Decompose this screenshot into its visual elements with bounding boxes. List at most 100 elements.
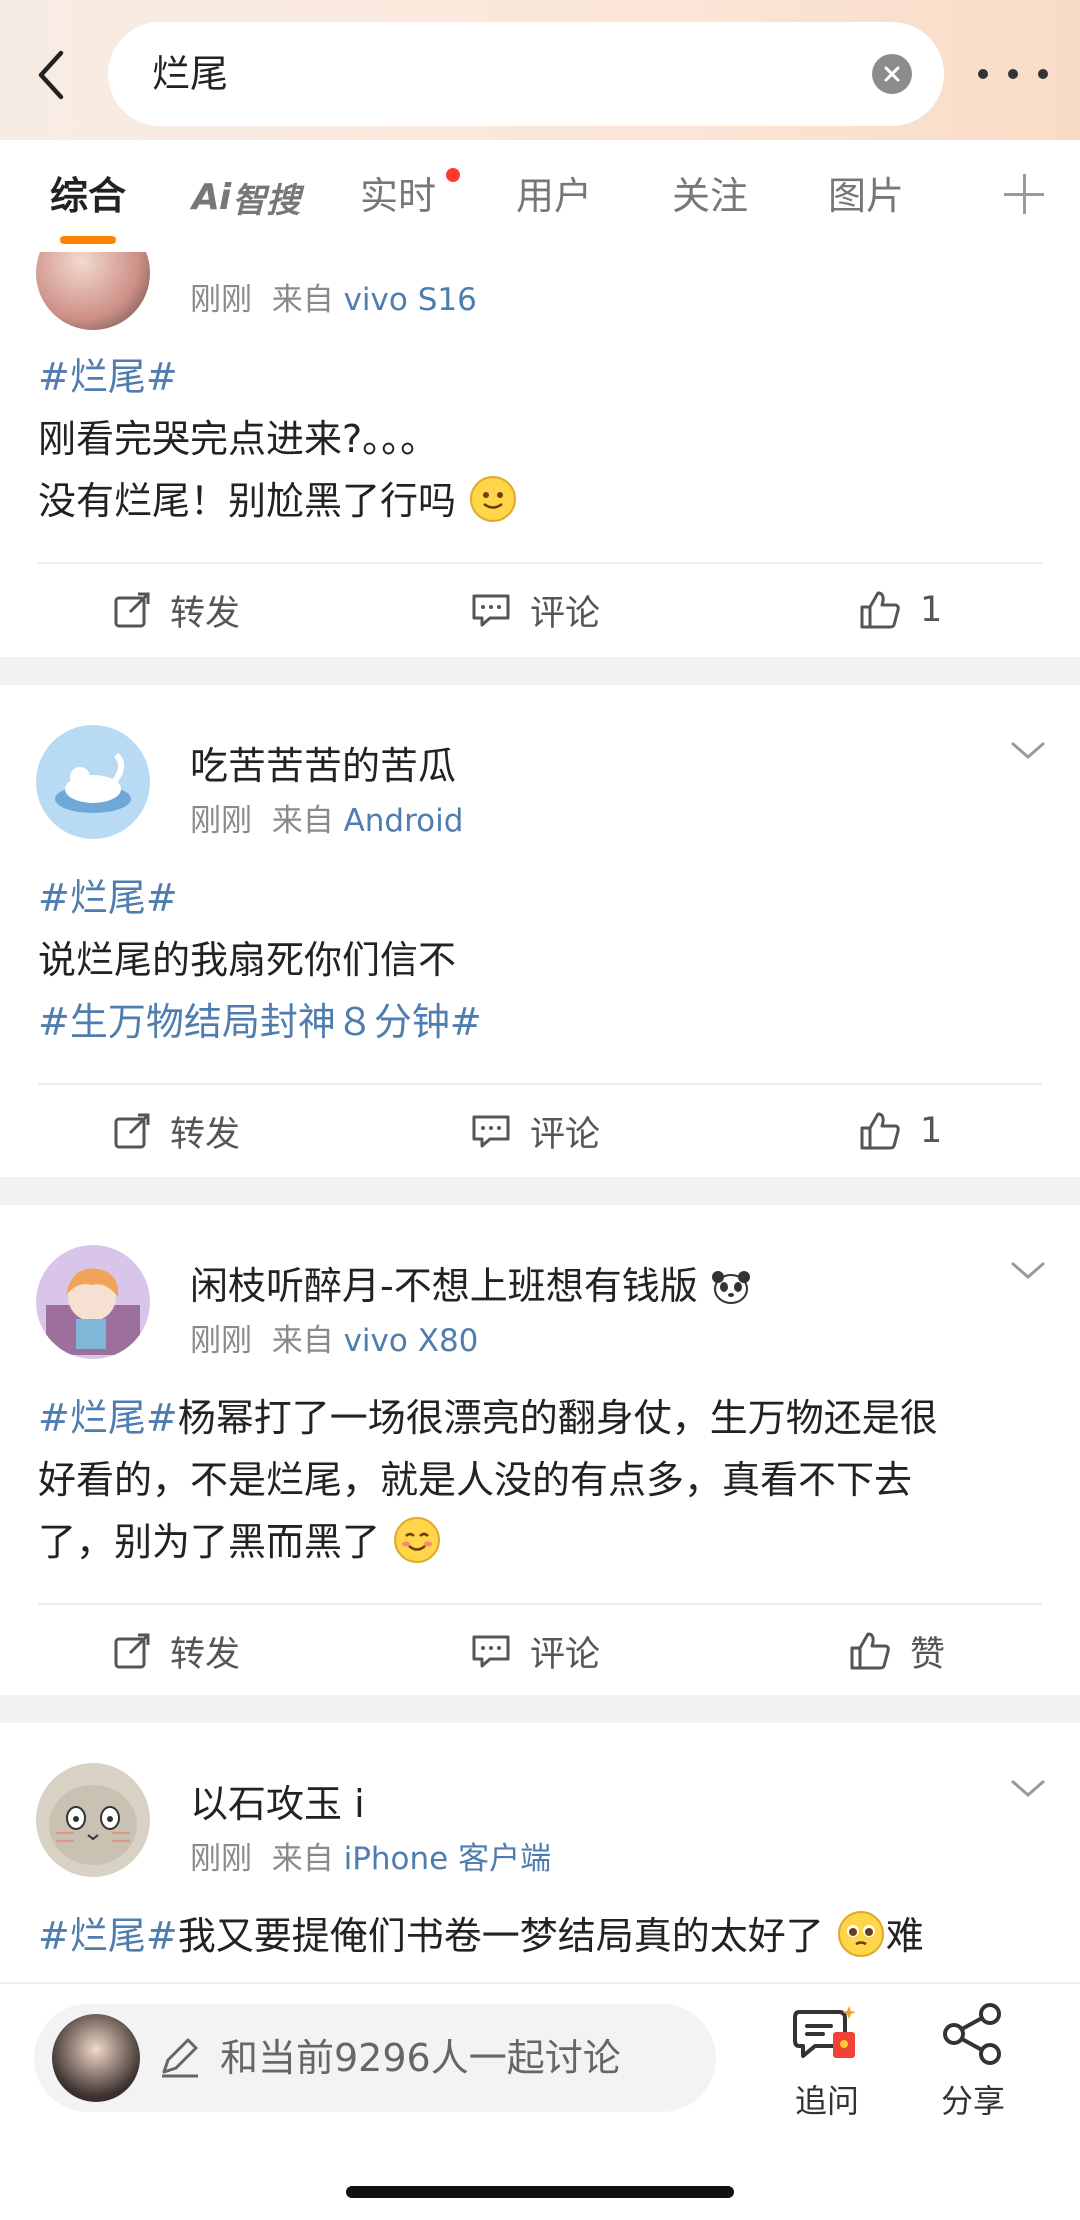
pleading-emoji-icon (837, 1911, 884, 1957)
like-count: 1 (920, 590, 943, 630)
more-icon-dot (1008, 69, 1018, 79)
like-button[interactable]: 赞 (848, 1621, 945, 1681)
discussion-input[interactable]: 和当前9296人一起讨论 (34, 2004, 716, 2112)
tab-following[interactable]: 关注 (672, 140, 748, 252)
post-time: 刚刚 (190, 1323, 252, 1359)
like-button[interactable]: 1 (858, 580, 942, 640)
post-source[interactable]: iPhone 客户端 (344, 1841, 552, 1877)
post-separator (0, 1695, 1080, 1723)
post-time: 刚刚 (190, 1841, 252, 1877)
like-count: 1 (920, 1111, 943, 1151)
user-avatar[interactable] (36, 725, 150, 839)
cat-avatar-image (55, 752, 131, 813)
search-query-text: 烂尾 (152, 52, 229, 96)
share-button[interactable]: 分享 (918, 2002, 1028, 2122)
clear-search-button[interactable] (872, 54, 912, 94)
my-avatar[interactable] (52, 2014, 140, 2102)
panda-emoji-icon (711, 1271, 750, 1304)
username-text: 闲枝听醉月-不想上班想有钱版 (190, 1264, 698, 1308)
search-input[interactable]: 烂尾 (108, 22, 944, 126)
ask-button[interactable]: 追问 (772, 2002, 882, 2122)
comment-icon (472, 1115, 510, 1148)
comment-button[interactable]: 评论 (470, 1101, 600, 1161)
results-feed: 刚刚 来自 vivo S16 #烂尾# 刚看完哭完点进来?。。。 没有烂尾！别尬… (0, 252, 1080, 1982)
hashtag-link[interactable]: #烂尾# (38, 1914, 178, 1958)
username[interactable]: 闲枝听醉月-不想上班想有钱版 (190, 1255, 752, 1310)
post-meta: 刚刚 来自 vivo X80 (190, 1315, 478, 1360)
chevron-down-icon[interactable] (1008, 1259, 1048, 1283)
smile-emoji-icon (470, 476, 517, 522)
repost-button[interactable]: 转发 (112, 580, 240, 640)
username[interactable]: 吃苦苦苦的苦瓜 (190, 735, 456, 790)
post-text-line: 我又要提俺们书卷一梦结局真的太好了 (177, 1914, 824, 1958)
new-content-dot (446, 168, 460, 182)
girl-avatar-image (46, 1268, 140, 1355)
post-text-line: 刚看完哭完点进来?。。。 (38, 417, 439, 461)
active-tab-indicator (60, 236, 116, 244)
thumbs-up-icon (860, 1112, 900, 1150)
user-avatar[interactable] (36, 252, 150, 330)
post-content: #烂尾#我又要提俺们书卷一梦结局真的太好了 难 (38, 1905, 1048, 1967)
clear-icon (884, 66, 900, 82)
discussion-placeholder: 和当前9296人一起讨论 (220, 2036, 621, 2080)
comment-button[interactable]: 评论 (470, 580, 600, 640)
post-meta: 刚刚 来自 vivo S16 (190, 274, 477, 319)
blush-emoji-icon (394, 1517, 441, 1563)
post-source[interactable]: vivo S16 (344, 282, 477, 318)
repost-icon (114, 1633, 150, 1669)
repost-icon (114, 592, 150, 628)
username[interactable]: 以石攻玉 i (190, 1773, 365, 1828)
post-meta: 刚刚 来自 Android (190, 795, 463, 840)
post-card[interactable]: 吃苦苦苦的苦瓜 刚刚 来自 Android #烂尾# 说烂尾的我扇死你们信不 #… (0, 685, 1080, 1177)
repost-icon (114, 1113, 150, 1149)
back-button[interactable] (24, 40, 76, 110)
post-source[interactable]: vivo X80 (344, 1323, 479, 1359)
divider (38, 1603, 1042, 1605)
post-source-prefix: 来自 (271, 1841, 334, 1877)
tab-ai-search[interactable]: Ai 智搜 (192, 174, 301, 221)
repost-button[interactable]: 转发 (112, 1101, 240, 1161)
back-arrow-icon (38, 50, 64, 100)
like-button[interactable]: 1 (858, 1101, 942, 1161)
post-content: #烂尾#杨幂打了一场很漂亮的翻身仗，生万物还是很 好看的，不是烂尾，就是人没的有… (38, 1387, 1048, 1573)
thumbs-up-icon (850, 1632, 890, 1670)
home-indicator (346, 2186, 734, 2198)
post-source[interactable]: Android (344, 803, 464, 839)
ask-label: 追问 (794, 2082, 859, 2120)
post-text-line: 了，别为了黑而黑了 (38, 1520, 381, 1564)
tab-users[interactable]: 用户 (516, 140, 592, 252)
repost-button[interactable]: 转发 (112, 1621, 240, 1681)
chevron-down-icon[interactable] (1008, 739, 1048, 763)
ai-search-label: 智搜 (232, 180, 301, 221)
post-text-line: 杨幂打了一场很漂亮的翻身仗，生万物还是很 (177, 1396, 938, 1440)
post-time: 刚刚 (190, 282, 252, 318)
chevron-down-icon[interactable] (1008, 1777, 1048, 1801)
repost-label: 转发 (170, 1114, 241, 1155)
tab-realtime[interactable]: 实时 (360, 140, 436, 252)
post-card[interactable]: 闲枝听醉月-不想上班想有钱版 刚刚 来自 vivo X80 #烂尾#杨幂打了一场… (0, 1205, 1080, 1695)
post-source-prefix: 来自 (271, 282, 334, 318)
hashtag-link[interactable]: #烂尾# (38, 1396, 178, 1440)
add-tab-button[interactable] (1004, 174, 1044, 214)
bottom-bar: 和当前9296人一起讨论 追问 分享 (0, 1982, 1080, 2220)
user-avatar[interactable] (36, 1763, 150, 1877)
more-button[interactable] (978, 56, 1048, 92)
hashtag-link[interactable]: #烂尾# (38, 876, 178, 920)
more-icon (978, 69, 988, 79)
hashtag-link[interactable]: #烂尾# (38, 355, 178, 399)
comment-button[interactable]: 评论 (470, 1621, 600, 1681)
post-card[interactable]: 刚刚 来自 vivo S16 #烂尾# 刚看完哭完点进来?。。。 没有烂尾！别尬… (0, 252, 1080, 657)
share-icon (943, 2003, 1001, 2065)
tab-images[interactable]: 图片 (828, 140, 904, 252)
hashtag-link[interactable]: #生万物结局封神８分钟# (38, 1000, 482, 1044)
post-separator (0, 657, 1080, 685)
search-tabs: 综合 Ai 智搜 实时 用户 关注 图片 (0, 140, 1080, 252)
post-text-line: 好看的，不是烂尾，就是人没的有点多，真看不下去 (38, 1458, 913, 1502)
divider (38, 562, 1042, 564)
post-card[interactable]: 以石攻玉 i 刚刚 来自 iPhone 客户端 #烂尾#我又要提俺们书卷一梦结局… (0, 1723, 1080, 1982)
post-time: 刚刚 (190, 803, 252, 839)
ai-badge: Ai (192, 176, 231, 218)
like-label: 赞 (910, 1634, 946, 1675)
user-avatar[interactable] (36, 1245, 150, 1359)
cat-face-avatar-image (49, 1785, 137, 1865)
